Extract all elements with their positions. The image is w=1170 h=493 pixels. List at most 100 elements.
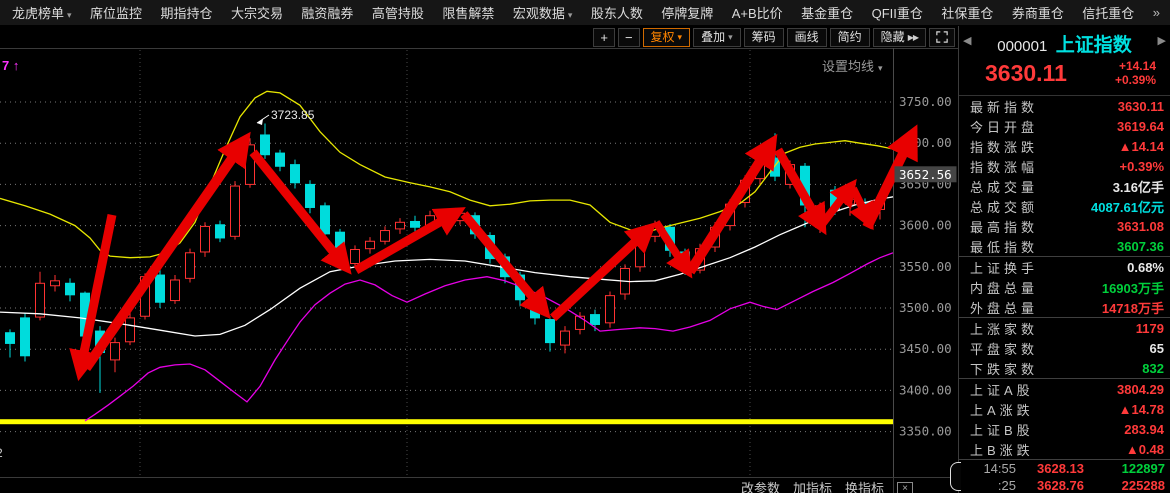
menu-item-12[interactable]: QFII重仓 (872, 3, 923, 22)
menu-overflow-icon[interactable]: » (1153, 5, 1160, 20)
quote-row: 外盘总量 14718万手 (959, 297, 1170, 317)
row-value: 3630.11 (1118, 99, 1164, 114)
panel-collapse-handle[interactable] (950, 462, 961, 491)
row-value: 0.68% (1127, 260, 1164, 275)
quote-row: 指数涨跌▲14.14 (959, 136, 1170, 156)
row-value: 3804.29 (1117, 382, 1164, 397)
simple-mode-button[interactable]: 简约 (830, 28, 870, 47)
zoom-in-button[interactable]: + (593, 28, 615, 47)
hide-button[interactable]: 隐藏▶▶ (873, 28, 926, 47)
tick-row: :253628.76225288 (959, 477, 1170, 493)
adjust-price-label: 复权 (651, 29, 675, 46)
tick-price: 3628.76 (1016, 478, 1105, 493)
row-value: 283.94 (1124, 422, 1164, 437)
svg-text:3400.00: 3400.00 (899, 382, 952, 397)
last-price: 3630.11 (985, 60, 1067, 87)
price-change: +14.14 (1115, 59, 1156, 73)
menu-item-1[interactable]: 席位监控 (90, 3, 142, 22)
menu-item-0[interactable]: 龙虎榜单▾ (12, 3, 72, 22)
trend-arrow (553, 228, 650, 318)
menu-item-4[interactable]: 融资融券 (301, 3, 353, 22)
row-label: 平盘家数 (970, 339, 1038, 358)
row-label: 上A涨跌 (970, 400, 1034, 419)
tick-time: :25 (968, 478, 1016, 493)
quote-row: 最新指数 3630.11 (959, 96, 1170, 116)
row-value: 4087.61亿元 (1091, 197, 1164, 216)
row-label: 最新指数 (970, 97, 1038, 116)
row-label: 指数涨幅 (970, 157, 1038, 176)
quote-row: 总成交量 3.16亿手 (959, 176, 1170, 196)
menu-item-9[interactable]: 停牌复牌 (661, 3, 713, 22)
quote-row: 最高指数3631.08 (959, 216, 1170, 236)
menu-item-13[interactable]: 社保重仓 (941, 3, 993, 22)
row-label: 总成交量 (970, 177, 1038, 196)
menu-item-10[interactable]: A+B比价 (732, 3, 783, 22)
fullscreen-button[interactable] (929, 28, 955, 47)
row-label: 上证换手 (970, 258, 1038, 277)
menu-item-15[interactable]: 信托重仓 (1082, 3, 1134, 22)
quote-row: 平盘家数 65 (959, 338, 1170, 358)
row-label: 指数涨跌 (970, 137, 1038, 156)
menu-item-3[interactable]: 大宗交易 (231, 3, 283, 22)
row-value: ▲0.48 (1126, 442, 1164, 457)
prev-stock-icon[interactable]: ◀ (963, 34, 971, 47)
switch-indicator-button[interactable]: 换指标 (845, 479, 884, 493)
overlay-label: 叠加 (701, 29, 725, 46)
chevron-down-icon: ▾ (728, 29, 733, 46)
row-label: 最高指数 (970, 217, 1038, 236)
chips-button[interactable]: 筹码 (744, 28, 784, 47)
quote-row: 上A涨跌▲14.78 (959, 399, 1170, 419)
quote-row: 上证换手 0.68% (959, 256, 1170, 277)
price-change-pct: +0.39% (1115, 73, 1156, 87)
row-value: 3.16亿手 (1113, 177, 1164, 196)
menu-item-11[interactable]: 基金重仓 (801, 3, 853, 22)
overlay-button[interactable]: 叠加▾ (693, 28, 741, 47)
chart-region: + − 复权▾ 叠加▾ 筹码 画线 简约 隐藏▶▶ 设置均线▾ 3750.003… (0, 26, 958, 493)
next-stock-icon[interactable]: ▶ (1158, 34, 1166, 47)
quote-row: 上证B股283.94 (959, 419, 1170, 439)
menu-item-6[interactable]: 限售解禁 (442, 3, 494, 22)
menu-item-2[interactable]: 期指持仓 (160, 3, 212, 22)
tick-price: 3628.13 (1016, 461, 1105, 476)
row-label: 外盘总量 (970, 298, 1038, 317)
tick-list: 14:553628.13122897:253628.76225288 (959, 459, 1170, 493)
row-label: 总成交额 (970, 197, 1038, 216)
row-value: +0.39% (1120, 159, 1164, 174)
tick-volume: 225288 (1105, 478, 1165, 493)
close-indicator-button[interactable]: × (897, 482, 913, 493)
quote-row: 上B涨跌▲0.48 (959, 439, 1170, 459)
change-params-button[interactable]: 改参数 (741, 479, 780, 493)
ma-settings-control[interactable]: 设置均线▾ (822, 56, 883, 75)
quote-panel: ◀ ▶ 000001 上证指数 3630.11 +14.14 +0.39% 最新… (958, 26, 1170, 493)
row-label: 上证A股 (970, 380, 1034, 399)
chevron-down-icon: ▾ (878, 63, 883, 73)
zoom-out-button[interactable]: − (618, 28, 640, 47)
quote-header: ◀ ▶ 000001 上证指数 3630.11 +14.14 +0.39% (959, 26, 1170, 96)
row-value: 14718万手 (1102, 298, 1164, 317)
menu-item-8[interactable]: 股东人数 (591, 3, 643, 22)
row-label: 下跌家数 (970, 359, 1038, 378)
quote-rows: 最新指数3630.11今日开盘3619.64指数涨跌▲14.14指数涨幅+0.3… (959, 96, 1170, 459)
svg-text:3500.00: 3500.00 (899, 300, 952, 315)
menu-item-5[interactable]: 高管持股 (372, 3, 424, 22)
indicator-marker: 7 ↑ (2, 58, 19, 73)
row-label: 内盘总量 (970, 278, 1038, 297)
tick-row: 14:553628.13122897 (959, 460, 1170, 477)
draw-line-button[interactable]: 画线 (787, 28, 827, 47)
svg-text:3600.00: 3600.00 (899, 218, 952, 233)
chart-toolbar: + − 复权▾ 叠加▾ 筹码 画线 简约 隐藏▶▶ (0, 26, 958, 48)
add-indicator-button[interactable]: 加指标 (793, 479, 832, 493)
double-right-icon: ▶▶ (908, 29, 918, 46)
quote-row: 内盘总量16903万手 (959, 277, 1170, 297)
row-value: 65 (1150, 341, 1164, 356)
menu-item-7[interactable]: 宏观数据▾ (513, 3, 573, 22)
menu-item-14[interactable]: 券商重仓 (1012, 3, 1064, 22)
band-lower_magenta (85, 253, 893, 421)
price-tag-value: 3652.56 (899, 167, 952, 182)
trend-arrow (778, 150, 822, 227)
svg-text:3550.00: 3550.00 (899, 259, 952, 274)
adjust-price-button[interactable]: 复权▾ (643, 28, 691, 47)
gridlines (0, 50, 893, 475)
kline-chart[interactable]: 3750.003700.003650.003600.003550.003500.… (0, 48, 958, 477)
trend-arrow (690, 142, 772, 271)
